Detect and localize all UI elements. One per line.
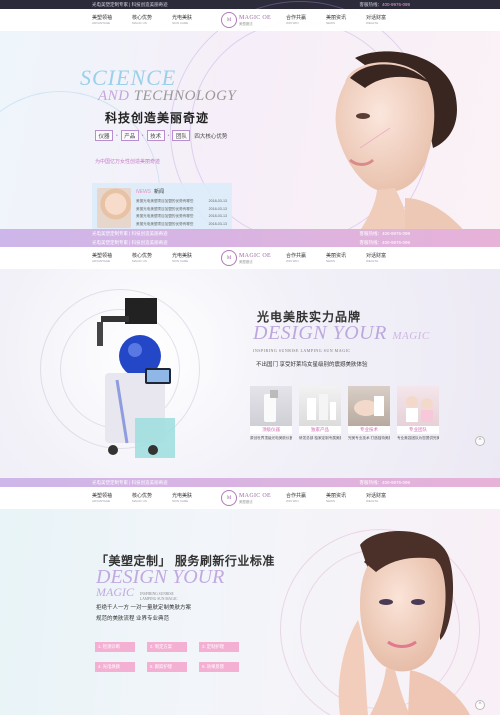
news-item[interactable]: 美丽光电美塑项目加盟的优势有哪些 2018-03-13 xyxy=(136,213,227,221)
step-button-5[interactable]: 5. 跟踪护理 xyxy=(147,662,187,672)
banner-2: 美塑领袖 ADVANTAGE 核心优势 MAGIC US 光电美肤 SKIN CARE… xyxy=(0,238,500,478)
brand-logo[interactable]: M MAGIC OE 美塑魔法 xyxy=(218,490,274,506)
step-button-2[interactable]: 2. 制定方案 xyxy=(147,642,187,652)
nav-item-cooperate[interactable]: 合作共赢 WIN WIN xyxy=(286,253,326,263)
step-button-6[interactable]: 6. 效果反馈 xyxy=(199,662,239,672)
hotline: 客服热线：400-9976-099 xyxy=(359,1,410,7)
step-button-3[interactable]: 3. 定制护理 xyxy=(199,642,239,652)
banner-1-bottom-bar: 光电美塑定制专家 | 科技创造美丽奇迹 客服热线：400-9976-099 xyxy=(0,229,500,238)
brand-logo[interactable]: M MAGIC OE 美塑魔法 xyxy=(218,12,274,28)
nav-item-cooperate[interactable]: 合作共赢 WIN WIN xyxy=(286,493,326,503)
model-portrait-1 xyxy=(335,51,470,238)
hero-3-line-2: 规范的美肤流程 业界专业典范 xyxy=(96,616,170,622)
news-item[interactable]: 美丽光电美塑项目加盟的优势有哪些 2018-03-13 xyxy=(136,198,227,206)
core-advantage-tags: 仪器 • 产品 • 技术 • 团队 四大核心优势 xyxy=(95,130,227,141)
nav-item-leader[interactable]: 美塑领袖 ADVANTAGE xyxy=(92,15,132,25)
service-steps: 1. 检测诊断 2. 制定方案 3. 定制护理 4. 光电焕颜 5. 跟踪护理 … xyxy=(95,642,239,672)
news-photo[interactable] xyxy=(97,188,131,228)
design-your-magic-heading: DESIGN YOUR MAGIC xyxy=(253,322,430,344)
banner-1: 光电美塑定制专家 | 科技创造美丽奇迹 客服热线：400-9976-099 美塑… xyxy=(0,0,500,238)
nav-item-leader[interactable]: 美塑领袖 ADVANTAGE xyxy=(92,493,132,503)
main-nav: 美塑领袖 ADVANTAGE 核心优势 MAGIC US 光电美肤 SKIN CARE… xyxy=(0,487,500,509)
nav-item-advantage[interactable]: 核心优势 MAGIC US xyxy=(132,493,172,503)
news-box: NEWS 新闻 美丽光电美塑项目加盟的优势有哪些 2018-03-13 美丽光电美塑… xyxy=(92,183,232,233)
nav-item-skin[interactable]: 光电美肤 SKIN CARE xyxy=(172,493,212,503)
banner-2-top-bar: 光电美塑定制专家 | 科技创造美丽奇迹 客服热线：400-9976-099 xyxy=(0,238,500,247)
back-to-top-icon[interactable]: ^ xyxy=(475,436,485,446)
news-item[interactable]: 美丽光电美塑项目加盟的优势有哪些 2018-03-13 xyxy=(136,221,227,229)
card-technique[interactable]: 专业技术 完美专业技术 打造独特美肤 xyxy=(348,386,390,441)
hero-1-headline: 科技创造美丽奇迹 xyxy=(105,111,210,125)
main-nav: 美塑领袖 ADVANTAGE 核心优势 MAGIC US 光电美肤 SKIN CARE… xyxy=(0,247,500,269)
nav-item-skin[interactable]: 光电美肤 SKIN CARE xyxy=(172,253,212,263)
card-instrument[interactable]: 顶级仪器 原创世界顶级光电美肤仪器 xyxy=(250,386,292,441)
nav-item-skin[interactable]: 光电美肤 SKIN CARE xyxy=(172,15,212,25)
nav-item-news[interactable]: 美丽资讯 NEWS xyxy=(326,493,366,503)
magic-heading: MAGIC xyxy=(96,585,134,599)
card-product[interactable]: 独家产品 研发总部 独家定制专属美肤产品 xyxy=(299,386,341,441)
logo-mark-icon: M xyxy=(221,490,238,506)
news-header: NEWS 新闻 xyxy=(136,189,165,195)
logo-mark-icon: M xyxy=(221,250,238,266)
nav-item-leader[interactable]: 美塑领袖 ADVANTAGE xyxy=(92,253,132,263)
hero-3-line-1: 拒绝千人一方 一对一量肤定制美肤方案 xyxy=(96,605,192,611)
tag-technique[interactable]: 技术 xyxy=(146,130,165,141)
nav-item-news[interactable]: 美丽资讯 NEWS xyxy=(326,253,366,263)
beauty-device-image xyxy=(97,298,175,458)
banner-3-top-bar: 光电美塑定制专家 | 科技创造美丽奇迹 客服热线：400-9976-099 xyxy=(0,478,500,487)
nav-item-news[interactable]: 美丽资讯 NEWS xyxy=(326,15,366,25)
brand-logo[interactable]: M MAGIC OE 美塑魔法 xyxy=(218,250,274,266)
nav-item-wealth[interactable]: 对话财富 WEALTH xyxy=(366,15,406,25)
logo-mark-icon: M xyxy=(221,12,238,28)
nav-item-advantage[interactable]: 核心优势 MAGIC US xyxy=(132,253,172,263)
main-nav: 美塑领袖 ADVANTAGE 核心优势 MAGIC US 光电美肤 SKIN CARE… xyxy=(0,9,500,31)
hero-2-description: 不出国门 享受好莱坞女星级别的震撼美肤体验 xyxy=(256,362,368,368)
nav-item-cooperate[interactable]: 合作共赢 WIN WIN xyxy=(286,15,326,25)
back-to-top-icon[interactable]: ^ xyxy=(475,700,485,710)
card-team[interactable]: 专业团队 专业美容团队为您提供完美服务 xyxy=(397,386,439,441)
hero-1-tagline: 为中国亿万女性创造美丽奇迹 xyxy=(95,159,161,165)
step-button-4[interactable]: 4. 光电焕颜 xyxy=(95,662,135,672)
step-button-1[interactable]: 1. 检测诊断 xyxy=(95,642,135,652)
tag-team[interactable]: 团队 xyxy=(172,130,191,141)
tag-instrument[interactable]: 仪器 xyxy=(95,130,114,141)
top-bar: 光电美塑定制专家 | 科技创造美丽奇迹 客服热线：400-9976-099 xyxy=(0,0,500,9)
tag-product[interactable]: 产品 xyxy=(120,130,139,141)
nav-item-advantage[interactable]: 核心优势 MAGIC US xyxy=(132,15,172,25)
design-your-heading: DESIGN YOUR xyxy=(96,566,225,588)
news-item[interactable]: 美丽光电美塑项目加盟的优势有哪些 2018-03-13 xyxy=(136,206,227,214)
banner-2-background xyxy=(0,269,500,478)
tags-suffix: 四大核心优势 xyxy=(194,133,228,140)
advantage-cards: 顶级仪器 原创世界顶级光电美肤仪器 独家产品 研发总部 独家定制专属美肤产品 专… xyxy=(250,386,439,441)
hero-2-subtitle: INSPIRING SUNRISE LAMPING SUN MAGIC xyxy=(253,348,351,353)
and-technology-heading: AND TECHNOLOGY xyxy=(98,88,237,104)
model-portrait-3 xyxy=(338,531,470,715)
nav-item-wealth[interactable]: 对话财富 WEALTH xyxy=(366,493,406,503)
nav-item-wealth[interactable]: 对话财富 WEALTH xyxy=(366,253,406,263)
hero-3-subtitle: INSPIRING SUNRISE LAMPING SUN MAGIC xyxy=(140,592,178,601)
top-bar-slogan: 光电美塑定制专家 | 科技创造美丽奇迹 xyxy=(92,1,168,7)
